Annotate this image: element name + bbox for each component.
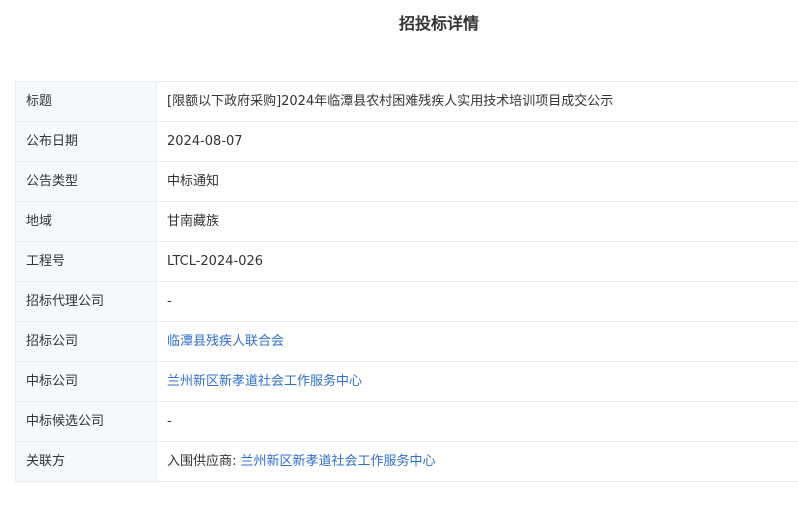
tendering-company-link[interactable]: 临潭县残疾人联合会 <box>167 334 284 349</box>
row-label-related-party: 关联方 <box>15 441 157 482</box>
row-label-agency-company: 招标代理公司 <box>15 281 157 322</box>
winning-company-link[interactable]: 兰州新区新孝道社会工作服务中心 <box>167 374 362 389</box>
row-value-title: [限额以下政府采购]2024年临潭县农村困难残疾人实用技术培训项目成交公示 <box>156 81 798 122</box>
row-value-winning-company: 兰州新区新孝道社会工作服务中心 <box>156 361 798 402</box>
related-party-prefix: 入围供应商: <box>167 453 241 469</box>
row-value-project-number: LTCL-2024-026 <box>156 241 798 282</box>
row-label-publish-date: 公布日期 <box>15 121 157 162</box>
table-row: 公布日期 2024-08-07 <box>15 121 798 162</box>
row-value-related-party: 入围供应商: 兰州新区新孝道社会工作服务中心 <box>156 441 798 482</box>
row-value-region: 甘南藏族 <box>156 201 798 242</box>
row-label-tendering-company: 招标公司 <box>15 321 157 362</box>
row-label-project-number: 工程号 <box>15 241 157 282</box>
table-row: 中标候选公司 - <box>15 401 798 442</box>
detail-table: 标题 [限额以下政府采购]2024年临潭县农村困难残疾人实用技术培训项目成交公示… <box>15 81 798 482</box>
row-label-winning-company: 中标公司 <box>15 361 157 402</box>
page-title: 招投标详情 <box>398 14 479 33</box>
row-label-title: 标题 <box>15 81 157 122</box>
table-row: 标题 [限额以下政府采购]2024年临潭县农村困难残疾人实用技术培训项目成交公示 <box>15 81 798 122</box>
row-value-notice-type: 中标通知 <box>156 161 798 202</box>
table-row: 招标代理公司 - <box>15 281 798 322</box>
table-row: 地域 甘南藏族 <box>15 201 798 242</box>
table-row: 关联方 入围供应商: 兰州新区新孝道社会工作服务中心 <box>15 441 798 482</box>
row-label-notice-type: 公告类型 <box>15 161 157 202</box>
row-value-candidate-company: - <box>156 401 798 442</box>
row-value-publish-date: 2024-08-07 <box>156 121 798 162</box>
row-label-region: 地域 <box>15 201 157 242</box>
row-value-tendering-company: 临潭县残疾人联合会 <box>156 321 798 362</box>
row-value-agency-company: - <box>156 281 798 322</box>
table-row: 招标公司 临潭县残疾人联合会 <box>15 321 798 362</box>
table-row: 中标公司 兰州新区新孝道社会工作服务中心 <box>15 361 798 402</box>
table-row: 工程号 LTCL-2024-026 <box>15 241 798 282</box>
related-party-link[interactable]: 兰州新区新孝道社会工作服务中心 <box>241 454 436 469</box>
table-row: 公告类型 中标通知 <box>15 161 798 202</box>
row-label-candidate-company: 中标候选公司 <box>15 401 157 442</box>
